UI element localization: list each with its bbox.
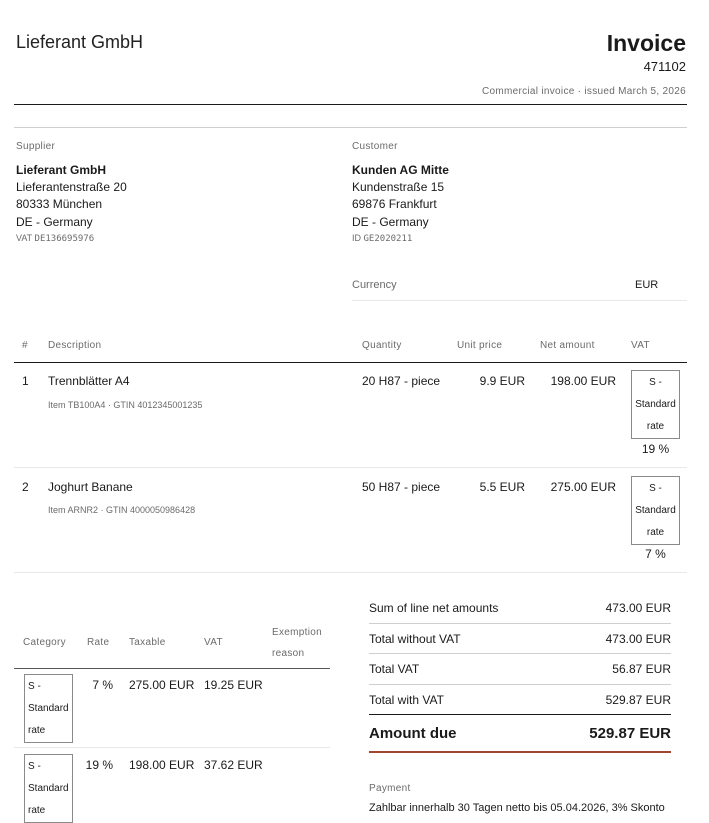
total-value: 56.87 EUR xyxy=(612,662,671,676)
total-label: Total without VAT xyxy=(369,632,461,646)
breakdown-rate: 19 % xyxy=(85,758,113,772)
invoice-subtitle: Commercial invoice · issued March 5, 202… xyxy=(481,86,686,97)
vat-category-box: S - Standard rate xyxy=(24,674,73,743)
col-header-vat: VAT xyxy=(631,340,650,351)
totals-divider xyxy=(369,623,671,624)
row-divider xyxy=(14,572,687,573)
currency-label: Currency xyxy=(352,279,397,291)
total-value: 529.87 EUR xyxy=(605,693,671,707)
vat-category-box: S - Standard rate xyxy=(24,754,73,823)
line-quantity: 20 H87 - piece xyxy=(362,374,441,388)
vat-category-name: Standard xyxy=(28,703,69,714)
vat-category-code: S - xyxy=(28,681,41,692)
total-value: 473.00 EUR xyxy=(605,632,671,646)
customer-id-label: ID xyxy=(352,233,361,243)
total-value: 473.00 EUR xyxy=(605,601,671,615)
line-quantity: 50 H87 - piece xyxy=(362,480,441,494)
col-header-description: Description xyxy=(48,340,102,351)
vat-category-suffix: rate xyxy=(28,805,46,816)
col-header-quantity: Quantity xyxy=(362,340,402,351)
breakdown-header-exemption-reason: reason xyxy=(272,648,305,659)
line-description: Trennblätter A4 xyxy=(48,374,130,388)
section-divider xyxy=(14,127,687,128)
supplier-street: Lieferantenstraße 20 xyxy=(16,180,127,194)
vat-rate: 7 % xyxy=(645,547,666,561)
customer-name: Kunden AG Mitte xyxy=(352,163,449,177)
payment-terms: Zahlbar innerhalb 30 Tagen netto bis 05.… xyxy=(369,802,665,814)
line-number: 2 xyxy=(22,480,29,494)
customer-street: Kundenstraße 15 xyxy=(352,180,445,194)
supplier-tax-line: VAT DE136695976 xyxy=(16,233,94,244)
payment-label: Payment xyxy=(369,783,411,794)
invoice-number: 471102 xyxy=(643,59,686,74)
row-divider xyxy=(14,467,687,468)
currency-value: EUR xyxy=(635,279,659,291)
vat-category-suffix: rate xyxy=(646,421,665,432)
breakdown-taxable: 198.00 EUR xyxy=(129,758,195,772)
line-description: Joghurt Banane xyxy=(48,480,133,494)
supplier-city: 80333 München xyxy=(16,197,103,211)
vat-category-code: S - xyxy=(649,483,662,494)
customer-id-line: ID GE2020211 xyxy=(352,233,412,244)
header-divider xyxy=(14,104,687,105)
breakdown-header-taxable: Taxable xyxy=(129,637,166,648)
totals-divider xyxy=(369,684,671,685)
customer-city: 69876 Frankfurt xyxy=(352,197,437,211)
supplier-country: DE - Germany xyxy=(16,215,93,229)
vat-category-box: S - Standard rate xyxy=(631,476,680,545)
vat-category-name: Standard xyxy=(28,783,69,794)
totals-divider xyxy=(369,653,671,654)
supplier-name: Lieferant GmbH xyxy=(16,163,107,177)
vat-category-suffix: rate xyxy=(646,527,665,538)
breakdown-header-exemption: Exemption xyxy=(272,627,322,638)
currency-divider xyxy=(352,300,687,301)
line-items-header-divider xyxy=(14,362,687,363)
total-label: Total VAT xyxy=(369,662,420,676)
line-net-amount: 198.00 EUR xyxy=(550,374,616,388)
line-number: 1 xyxy=(22,374,29,388)
breakdown-header-divider xyxy=(14,668,330,669)
line-net-amount: 275.00 EUR xyxy=(550,480,616,494)
amount-due-underline xyxy=(369,751,671,753)
customer-country: DE - Germany xyxy=(352,215,429,229)
vat-rate: 19 % xyxy=(641,442,670,456)
breakdown-header-vat: VAT xyxy=(204,637,223,648)
supplier-tax-id: DE136695976 xyxy=(34,234,95,244)
breakdown-header-rate: Rate xyxy=(87,637,110,648)
col-header-num: # xyxy=(22,340,28,351)
line-unit-price: 9.9 EUR xyxy=(479,374,525,388)
total-label: Sum of line net amounts xyxy=(369,601,499,615)
breakdown-rate: 7 % xyxy=(92,678,113,692)
row-divider xyxy=(14,747,330,748)
company-name: Lieferant GmbH xyxy=(16,32,144,52)
vat-category-code: S - xyxy=(28,761,41,772)
customer-label: Customer xyxy=(352,141,398,152)
amount-due-label: Amount due xyxy=(369,725,457,742)
vat-category-code: S - xyxy=(649,377,662,388)
total-label: Total with VAT xyxy=(369,693,444,707)
col-header-net-amount: Net amount xyxy=(540,340,595,351)
totals-strong-divider xyxy=(369,714,671,715)
line-unit-price: 5.5 EUR xyxy=(479,480,525,494)
document-type: Invoice xyxy=(606,30,686,56)
breakdown-vat: 19.25 EUR xyxy=(204,678,263,692)
supplier-tax-label: VAT xyxy=(16,233,33,243)
breakdown-vat: 37.62 EUR xyxy=(204,758,263,772)
line-item-meta: Item ARNR2 · GTIN 4000050986428 xyxy=(48,505,196,515)
vat-category-box: S - Standard rate xyxy=(631,370,680,439)
breakdown-header-category: Category xyxy=(23,637,66,648)
vat-category-name: Standard xyxy=(635,399,676,410)
breakdown-taxable: 275.00 EUR xyxy=(129,678,195,692)
customer-id: GE2020211 xyxy=(363,234,413,244)
col-header-unit-price: Unit price xyxy=(457,340,503,351)
vat-category-name: Standard xyxy=(635,505,676,516)
vat-category-suffix: rate xyxy=(28,725,46,736)
supplier-label: Supplier xyxy=(16,141,56,152)
line-item-meta: Item TB100A4 · GTIN 4012345001235 xyxy=(48,400,203,410)
amount-due-value: 529.87 EUR xyxy=(589,725,671,742)
